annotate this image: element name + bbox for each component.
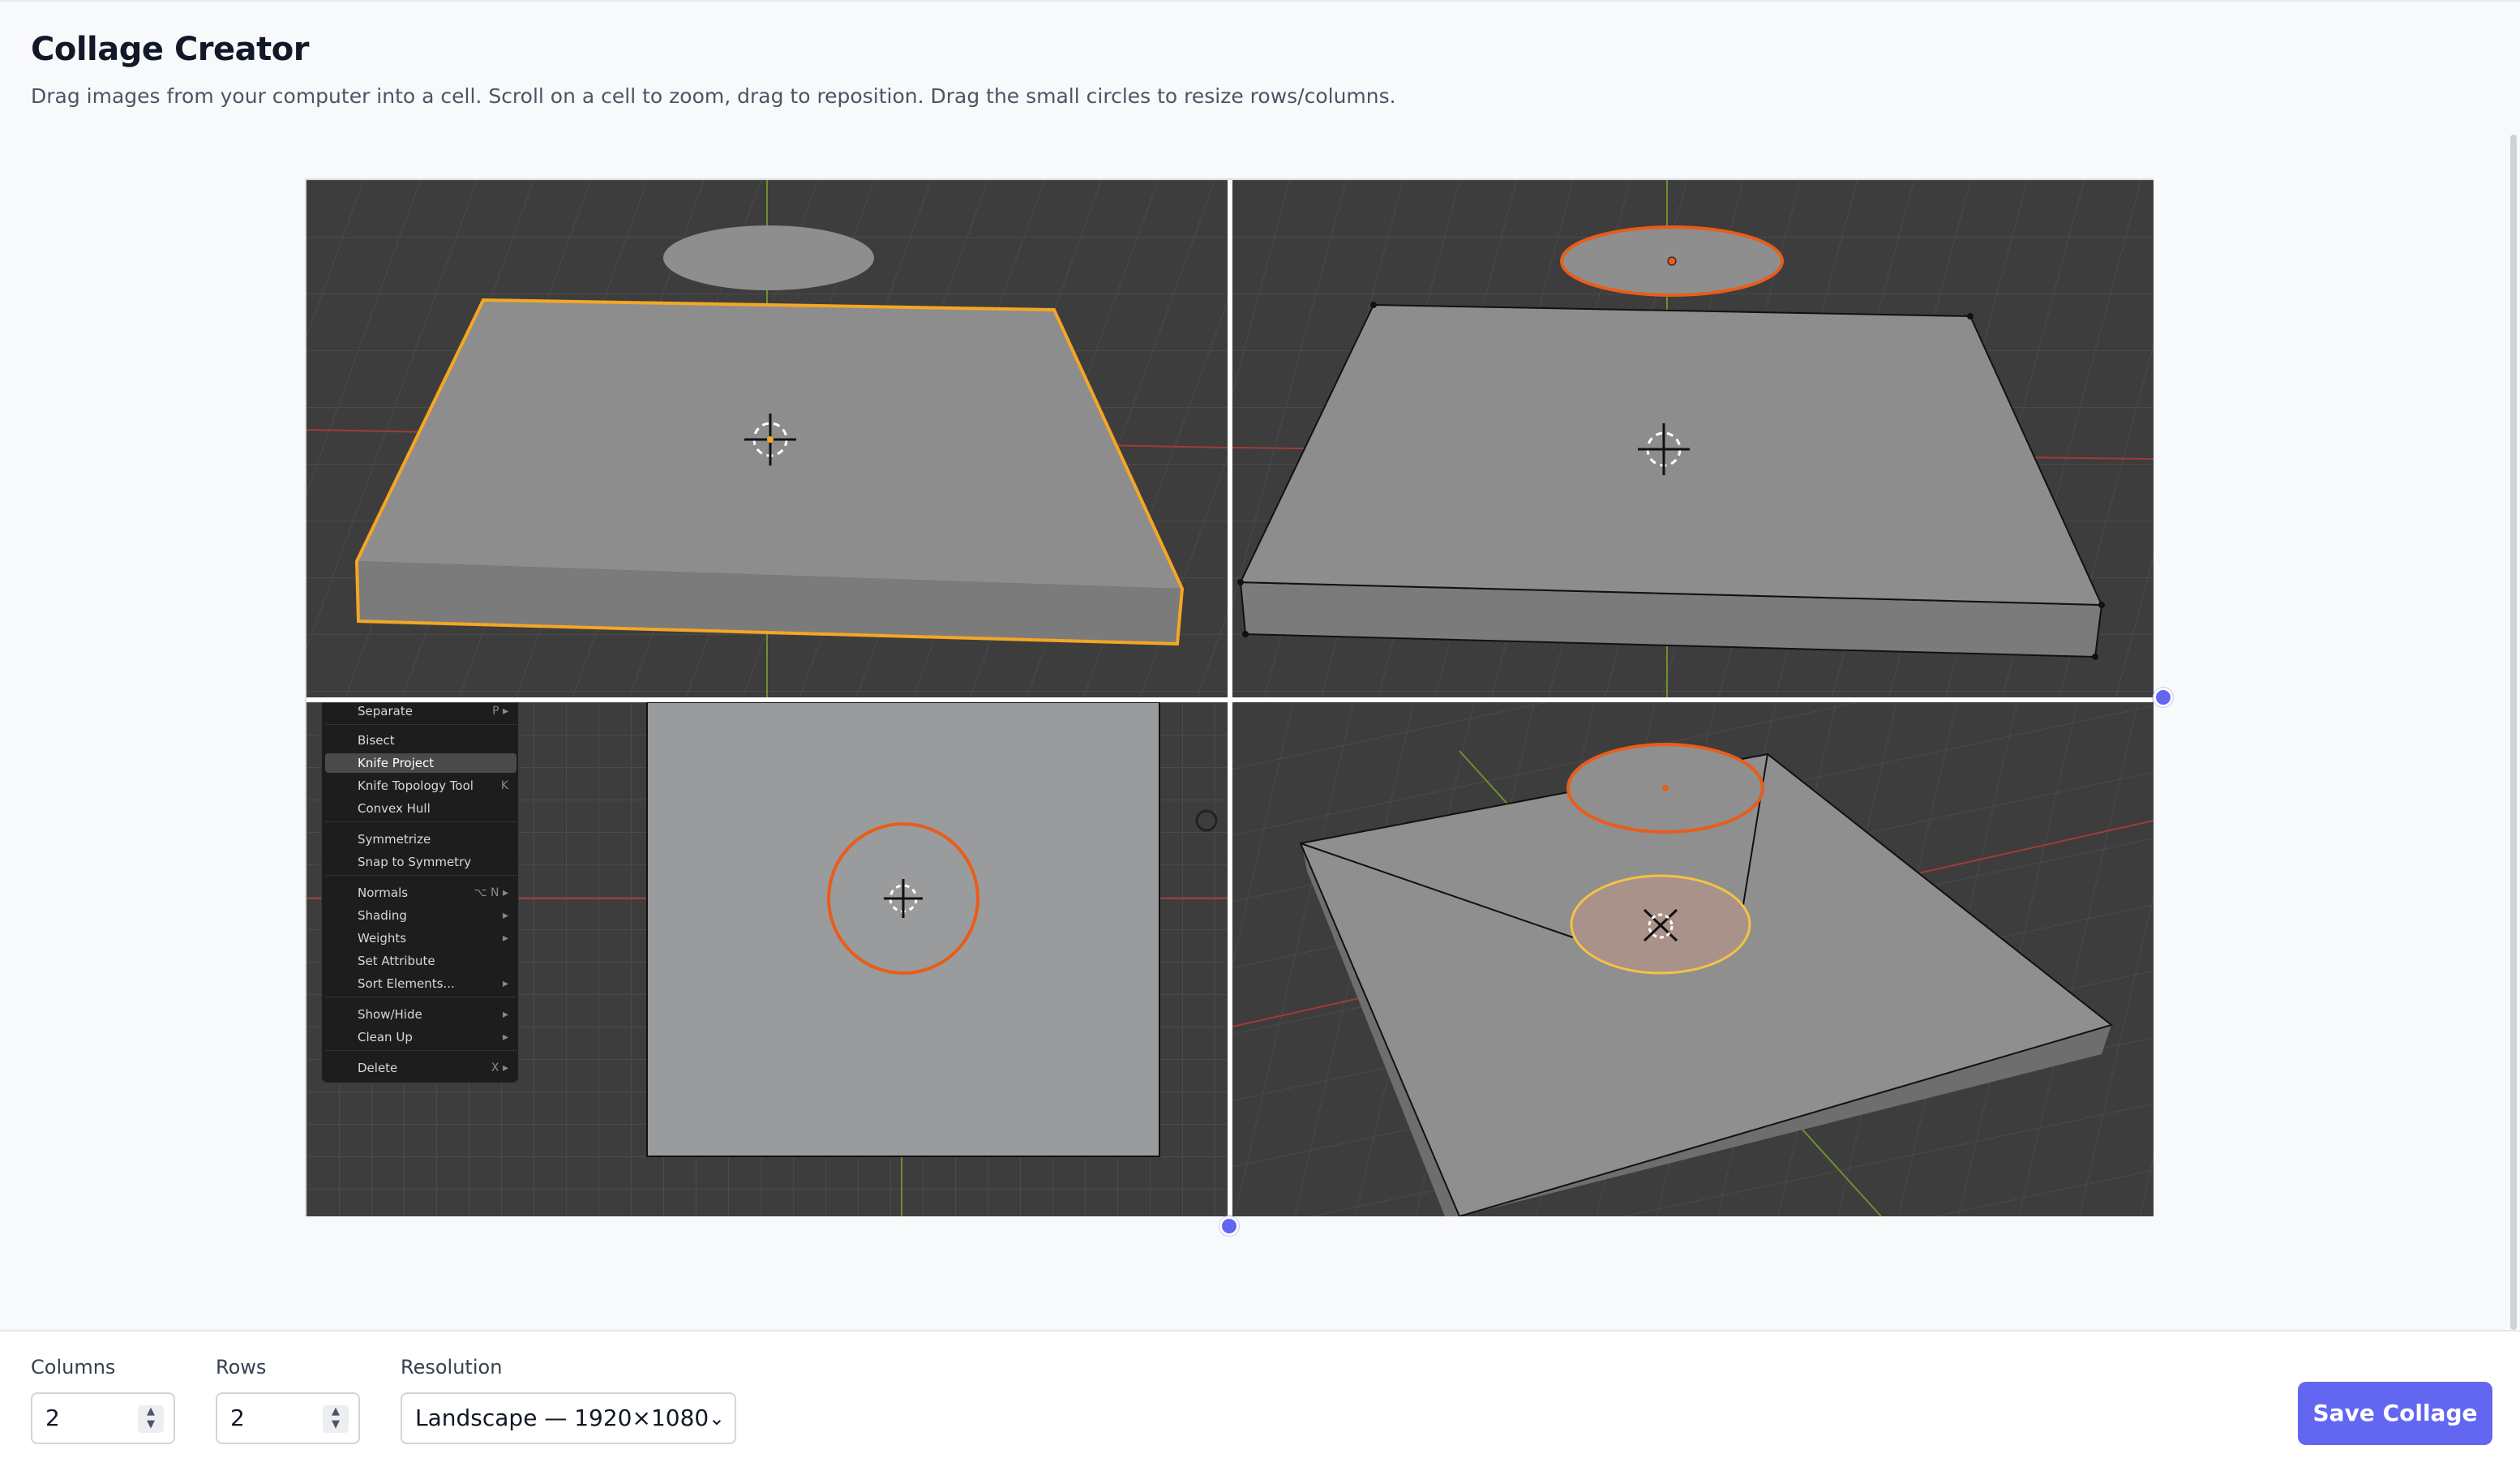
cell-2-image	[1232, 180, 2154, 697]
chevron-down-icon: ⌄	[708, 1407, 725, 1430]
columns-increment-icon[interactable]: ▲	[138, 1405, 164, 1418]
rows-spinner[interactable]: ▲ ▼	[323, 1405, 349, 1433]
columns-decrement-icon[interactable]: ▼	[138, 1418, 164, 1431]
menu-item-bisect: Bisect	[358, 733, 395, 748]
menu-item-convex-hull: Convex Hull	[358, 801, 431, 816]
menu-item-separate: Separate P ▸	[358, 704, 508, 718]
menu-item-snap-symmetry: Snap to Symmetry	[358, 855, 472, 869]
columns-input[interactable]: 2 ▲ ▼	[31, 1392, 175, 1444]
top-border	[0, 0, 2520, 2]
rows-label: Rows	[216, 1356, 267, 1379]
column-resize-handle[interactable]	[1219, 1216, 1239, 1236]
row-resize-handle[interactable]	[2154, 688, 2173, 707]
menu-item-shading: Shading ▸	[358, 908, 508, 923]
rows-decrement-icon[interactable]: ▼	[323, 1418, 349, 1431]
menu-item-symmetrize: Symmetrize	[358, 832, 431, 847]
save-collage-button[interactable]: Save Collage	[2298, 1382, 2492, 1445]
menu-item-knife-project: Knife Project	[325, 753, 516, 773]
columns-spinner[interactable]: ▲ ▼	[138, 1405, 164, 1433]
collage-canvas: Separate P ▸ Bisect Knife Project Knife T…	[305, 178, 2154, 1216]
blender-context-menu: Separate P ▸ Bisect Knife Project Knife T…	[321, 702, 519, 1083]
collage-cell-4[interactable]	[1232, 702, 2154, 1216]
cell-4-image	[1232, 702, 2154, 1216]
menu-item-sort-elements: Sort Elements... ▸	[358, 976, 508, 991]
collage-cell-1[interactable]	[306, 180, 1228, 697]
menu-item-set-attribute: Set Attribute	[358, 954, 435, 968]
menu-item-weights: Weights ▸	[358, 931, 508, 946]
collage-cell-2[interactable]	[1232, 180, 2154, 697]
menu-item-knife-topology: Knife Topology Tool K	[358, 778, 508, 793]
resolution-label: Resolution	[401, 1356, 503, 1379]
rows-increment-icon[interactable]: ▲	[323, 1405, 349, 1418]
rows-input[interactable]: 2 ▲ ▼	[216, 1392, 360, 1444]
menu-item-clean-up: Clean Up ▸	[358, 1030, 508, 1044]
menu-item-normals: Normals ⌥ N ▸	[358, 886, 508, 900]
page-scrollbar-thumb[interactable]	[2510, 135, 2517, 1330]
menu-item-show-hide: Show/Hide ▸	[358, 1007, 508, 1022]
collage-cell-3[interactable]: Separate P ▸ Bisect Knife Project Knife T…	[306, 702, 1228, 1216]
menu-item-delete: Delete X ▸	[358, 1061, 508, 1075]
page-subtitle: Drag images from your computer into a ce…	[31, 84, 1396, 108]
page-title: Collage Creator	[31, 31, 309, 68]
controls-bar: Columns 2 ▲ ▼ Rows 2 ▲ ▼ Resolution Land…	[0, 1330, 2520, 1458]
columns-label: Columns	[31, 1356, 116, 1379]
resolution-select[interactable]: Landscape — 1920×1080 ⌄	[401, 1392, 736, 1444]
cell-1-image	[306, 180, 1228, 697]
